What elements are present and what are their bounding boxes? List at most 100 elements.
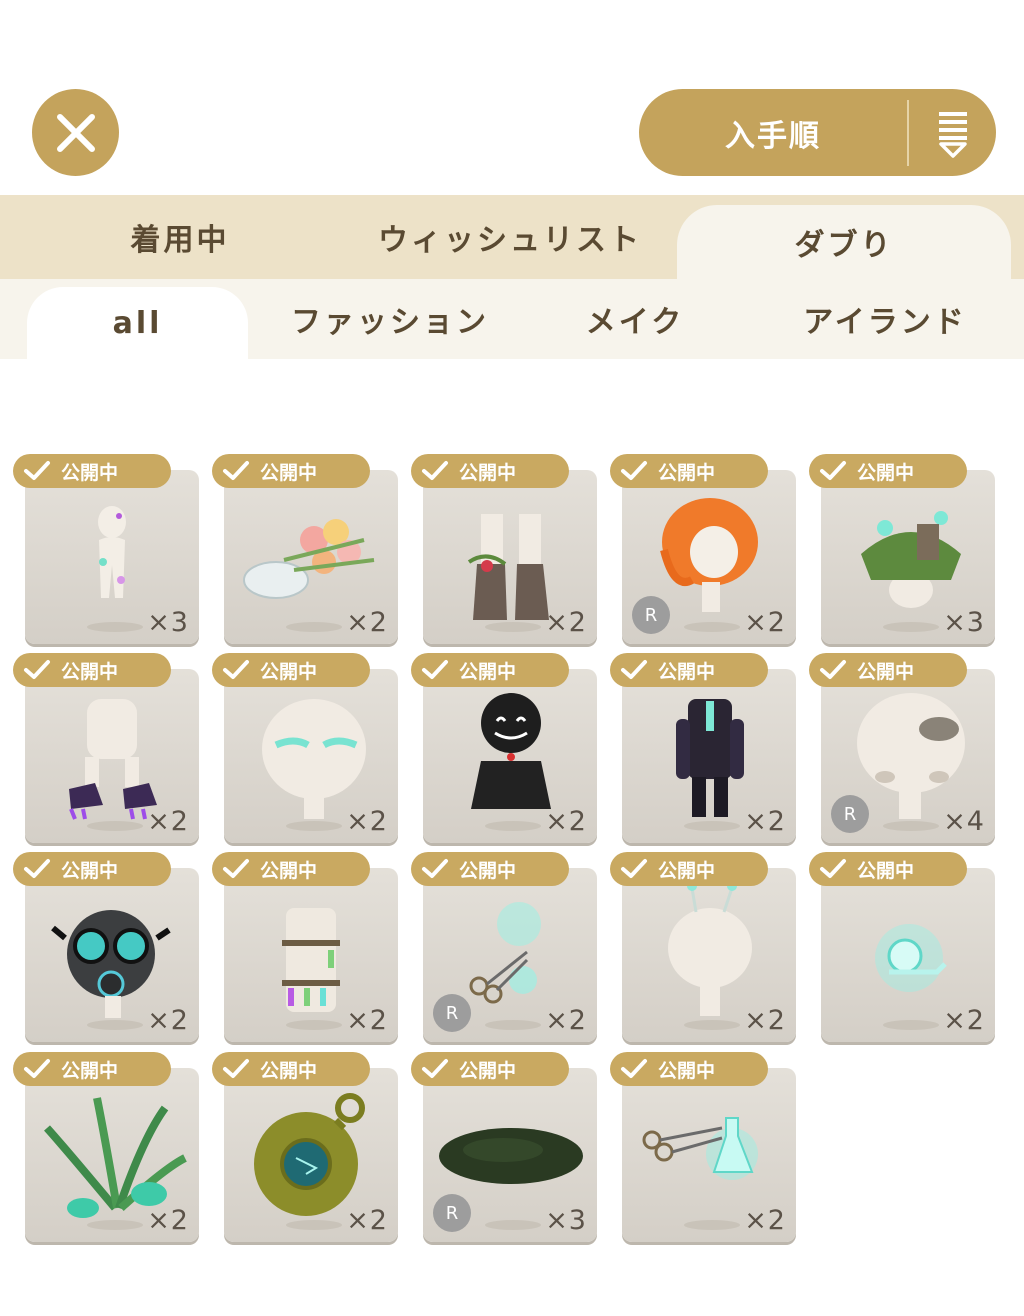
tab-wearing[interactable]: 着用中: [60, 195, 300, 279]
close-button[interactable]: [32, 89, 119, 176]
item-card[interactable]: 公開中 ×2: [411, 454, 597, 644]
rarity-badge: R: [632, 596, 670, 634]
public-status-badge: 公開中: [809, 454, 967, 488]
check-icon: [610, 659, 658, 681]
badge-label: 公開中: [658, 660, 716, 683]
sort-label: 入手順: [725, 118, 821, 154]
rarity-badge: R: [433, 994, 471, 1032]
public-status-badge: 公開中: [809, 653, 967, 687]
close-icon: [56, 113, 95, 152]
badge-label: 公開中: [260, 461, 318, 484]
check-icon: [610, 460, 658, 482]
badge-label: 公開中: [459, 461, 517, 484]
item-card[interactable]: 公開中 ×2: [610, 1052, 796, 1242]
main-tab-bar: 着用中 ウィッシュリスト ダブり: [0, 195, 1024, 279]
item-count: ×2: [545, 1005, 587, 1036]
item-card[interactable]: 公開中 R ×2: [411, 852, 597, 1042]
item-card[interactable]: 公開中 ×2: [212, 1052, 398, 1242]
public-status-badge: 公開中: [13, 454, 171, 488]
sort-order-icon[interactable]: [909, 108, 996, 158]
check-icon: [610, 1058, 658, 1080]
badge-label: 公開中: [260, 660, 318, 683]
check-icon: [411, 659, 459, 681]
check-icon: [809, 659, 857, 681]
tab-wishlist[interactable]: ウィッシュリスト: [340, 195, 680, 279]
public-status-badge: 公開中: [809, 852, 967, 886]
check-icon: [610, 858, 658, 880]
public-status-badge: 公開中: [610, 653, 768, 687]
badge-label: 公開中: [658, 461, 716, 484]
public-status-badge: 公開中: [212, 1052, 370, 1086]
item-card[interactable]: 公開中 ×2: [13, 852, 199, 1042]
item-card[interactable]: 公開中 ×2: [610, 653, 796, 843]
tab-duplicates[interactable]: ダブり: [677, 205, 1011, 279]
public-status-badge: 公開中: [411, 1052, 569, 1086]
sort-dropdown[interactable]: 入手順: [639, 89, 996, 176]
badge-label: 公開中: [857, 660, 915, 683]
subtab-all[interactable]: all: [27, 287, 248, 359]
check-icon: [212, 659, 260, 681]
check-icon: [212, 1058, 260, 1080]
item-count: ×2: [346, 806, 388, 837]
badge-label: 公開中: [61, 1059, 119, 1082]
item-card[interactable]: 公開中 R ×2: [610, 454, 796, 644]
check-icon: [212, 858, 260, 880]
item-count: ×2: [346, 1205, 388, 1236]
badge-label: 公開中: [658, 1059, 716, 1082]
item-card[interactable]: 公開中 ×2: [610, 852, 796, 1042]
item-card[interactable]: 公開中 ×2: [411, 653, 597, 843]
item-count: ×2: [147, 1205, 189, 1236]
check-icon: [809, 460, 857, 482]
badge-label: 公開中: [61, 859, 119, 882]
check-icon: [411, 460, 459, 482]
check-icon: [212, 460, 260, 482]
public-status-badge: 公開中: [13, 852, 171, 886]
rarity-badge: R: [831, 795, 869, 833]
subtab-fashion[interactable]: ファッション: [270, 279, 510, 359]
public-status-badge: 公開中: [411, 653, 569, 687]
item-count: ×2: [744, 607, 786, 638]
item-count: ×3: [943, 607, 985, 638]
subtab-island[interactable]: アイランド: [770, 279, 1000, 359]
badge-label: 公開中: [61, 461, 119, 484]
badge-label: 公開中: [658, 859, 716, 882]
check-icon: [411, 858, 459, 880]
public-status-badge: 公開中: [13, 1052, 171, 1086]
item-card[interactable]: 公開中 ×2: [212, 852, 398, 1042]
item-card[interactable]: 公開中 ×2: [809, 852, 995, 1042]
badge-label: 公開中: [260, 859, 318, 882]
item-card[interactable]: 公開中 ×2: [13, 653, 199, 843]
check-icon: [13, 1058, 61, 1080]
item-card[interactable]: 公開中 R ×4: [809, 653, 995, 843]
item-card[interactable]: 公開中 ×3: [809, 454, 995, 644]
public-status-badge: 公開中: [212, 454, 370, 488]
item-card[interactable]: 公開中 ×2: [212, 653, 398, 843]
check-icon: [13, 858, 61, 880]
public-status-badge: 公開中: [212, 852, 370, 886]
item-count: ×2: [346, 1005, 388, 1036]
item-card[interactable]: 公開中 ×2: [13, 1052, 199, 1242]
rarity-badge: R: [433, 1194, 471, 1232]
check-icon: [13, 460, 61, 482]
item-count: ×2: [346, 607, 388, 638]
item-card[interactable]: 公開中 ×2: [212, 454, 398, 644]
sub-tab-bar: all ファッション メイク アイランド: [0, 279, 1024, 359]
public-status-badge: 公開中: [13, 653, 171, 687]
item-count: ×2: [545, 806, 587, 837]
check-icon: [809, 858, 857, 880]
public-status-badge: 公開中: [212, 653, 370, 687]
item-count: ×2: [545, 607, 587, 638]
public-status-badge: 公開中: [411, 454, 569, 488]
badge-label: 公開中: [459, 1059, 517, 1082]
badge-label: 公開中: [857, 859, 915, 882]
public-status-badge: 公開中: [610, 1052, 768, 1086]
subtab-makeup[interactable]: メイク: [530, 279, 740, 359]
item-card[interactable]: 公開中 ×3: [13, 454, 199, 644]
item-count: ×2: [744, 806, 786, 837]
item-card[interactable]: 公開中 R ×3: [411, 1052, 597, 1242]
item-count: ×2: [744, 1005, 786, 1036]
badge-label: 公開中: [857, 461, 915, 484]
public-status-badge: 公開中: [610, 454, 768, 488]
item-count: ×3: [147, 607, 189, 638]
item-count: ×2: [943, 1005, 985, 1036]
